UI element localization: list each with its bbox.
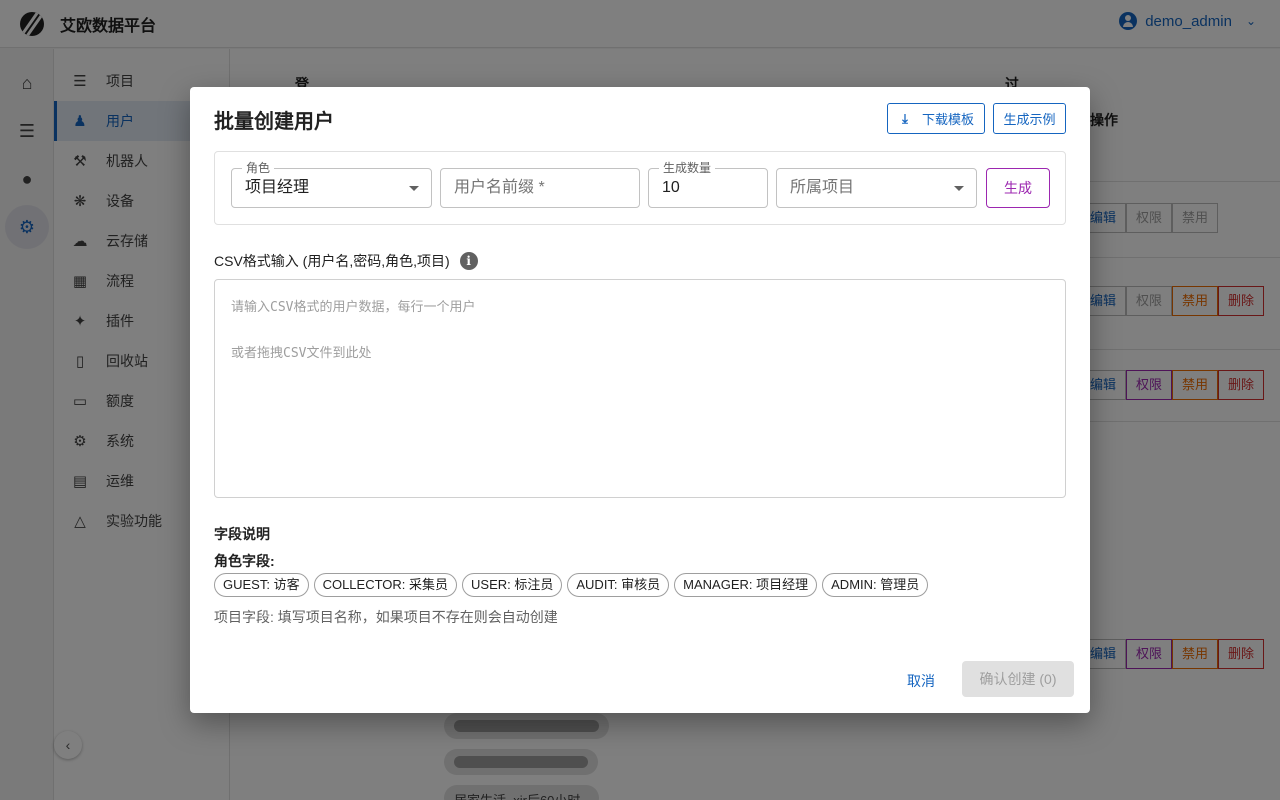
download-template-label: 下载模板 (921, 112, 974, 127)
role-chip: MANAGER: 项目经理 (674, 573, 818, 597)
project-placeholder: 所属项目 (790, 179, 855, 196)
dialog-title: 批量创建用户 (214, 111, 334, 133)
dropdown-arrow-icon (954, 186, 964, 191)
count-label: 生成数量 (659, 161, 716, 175)
username-prefix-input[interactable]: 用户名前缀 * (440, 168, 640, 208)
role-select[interactable]: 角色 项目经理 (231, 161, 432, 208)
csv-textarea[interactable]: 请输入CSV格式的用户数据，每行一个用户 或者拖拽CSV文件到此处 (214, 279, 1066, 498)
role-chip: GUEST: 访客 (214, 573, 309, 597)
generator-panel: 角色 项目经理 用户名前缀 * 生成数量 10 所属项目 生成 (214, 151, 1066, 225)
csv-input-label: CSV格式输入 (用户名,密码,角色,项目) i (214, 251, 478, 271)
confirm-create-button[interactable]: 确认创建 (0) (962, 661, 1074, 697)
batch-create-users-dialog: 批量创建用户 ⤓ 下载模板 生成示例 角色 项目经理 用户名前缀 * 生成数量 … (190, 87, 1090, 713)
role-chip: COLLECTOR: 采集员 (313, 573, 458, 597)
cancel-button[interactable]: 取消 (897, 665, 945, 697)
role-chips: GUEST: 访客 COLLECTOR: 采集员 USER: 标注员 AUDIT… (214, 573, 929, 597)
info-icon[interactable]: i (459, 252, 478, 270)
dropdown-arrow-icon (409, 186, 419, 191)
download-template-button[interactable]: ⤓ 下载模板 (887, 103, 985, 134)
role-field-title: 角色字段: (214, 553, 275, 569)
download-icon: ⤓ (902, 110, 908, 126)
csv-label-text: CSV格式输入 (用户名,密码,角色,项目) (214, 253, 450, 269)
generate-button[interactable]: 生成 (986, 168, 1050, 208)
role-chip: USER: 标注员 (462, 573, 563, 597)
count-input[interactable]: 生成数量 10 (648, 161, 768, 208)
field-help-title: 字段说明 (214, 526, 270, 542)
count-value: 10 (662, 179, 680, 196)
role-chip: AUDIT: 审核员 (567, 573, 670, 597)
role-chip: ADMIN: 管理员 (822, 573, 929, 597)
project-select[interactable]: 所属项目 (776, 168, 977, 208)
generate-example-label: 生成示例 (1003, 112, 1056, 127)
generate-example-button[interactable]: 生成示例 (993, 103, 1066, 134)
username-prefix-placeholder: 用户名前缀 * (454, 179, 545, 196)
project-field-note: 项目字段: 填写项目名称，如果项目不存在则会自动创建 (214, 609, 558, 625)
role-value: 项目经理 (245, 179, 310, 196)
role-label: 角色 (242, 161, 275, 175)
